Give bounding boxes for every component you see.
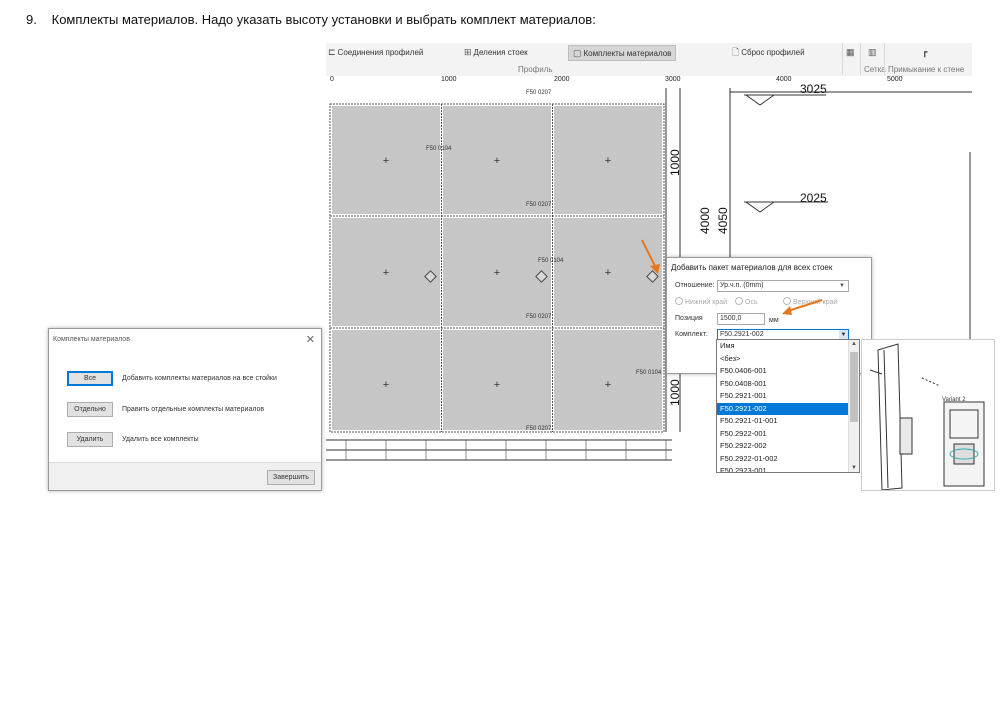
scrollbar[interactable]: ▲ ▼ (848, 340, 859, 472)
grid-button[interactable]: ▥ (868, 45, 879, 59)
profile-label: F50 0207 (526, 426, 552, 432)
list-item[interactable]: F50.2922-002 (717, 440, 859, 453)
list-item-selected[interactable]: F50.2921-002 (717, 402, 859, 415)
dimension-horizontal: 3025 (800, 82, 827, 96)
material-kit-icon: ▢ (573, 48, 582, 58)
profile-label: F50 0207 (526, 202, 552, 208)
panel-center-mark: + (493, 267, 501, 279)
all-description: Добавить комплекты материалов на все сто… (122, 375, 277, 382)
dialog-title: Комплекты материалов (53, 336, 130, 343)
ruler-mark: 1000 (441, 76, 457, 83)
annotation-arrow-icon (641, 239, 660, 274)
panel-center-mark: + (493, 155, 501, 167)
scroll-down-icon[interactable]: ▼ (850, 465, 858, 471)
reset-profiles-button[interactable]: 🗋 Сброс профилей (732, 45, 805, 59)
panel-center-mark: + (382, 379, 390, 391)
relation-select[interactable]: Ур.ч.п. (0mm) ▼ (717, 280, 849, 292)
dimension-vertical: 4000 (698, 207, 712, 234)
ruler-mark: 5000 (887, 76, 903, 83)
ribbon-separator (842, 43, 843, 75)
dialog-title: Добавить пакет материалов для всех стоек (671, 263, 833, 272)
profile-section-image: Variant 2 (861, 339, 995, 491)
position-label: Позиция (675, 315, 703, 322)
ribbon-separator (884, 43, 885, 75)
ruler-mark: 2000 (554, 76, 570, 83)
delete-button[interactable]: Удалить (67, 432, 113, 447)
list-item[interactable]: F50.0406-001 (717, 365, 859, 378)
profile-joint-icon: ⊏ (328, 47, 336, 57)
scrollbar-thumb[interactable] (850, 352, 858, 422)
panel-center-mark: + (382, 155, 390, 167)
ruler-mark: 0 (330, 76, 334, 83)
panel-center-mark: + (604, 379, 612, 391)
chevron-down-icon: ▼ (839, 283, 845, 289)
all-button[interactable]: Все (67, 371, 113, 386)
variant-caption: Variant 2 (942, 397, 966, 403)
panel-center-mark: + (604, 267, 612, 279)
wall-joint-icon: ┏ (922, 47, 928, 57)
kit-dropdown-list[interactable]: Имя <без> F50.0406-001 F50.0408-001 F50.… (716, 339, 860, 473)
dimension-horizontal: 2025 (800, 191, 827, 205)
panel-center-mark: + (493, 379, 501, 391)
radio-bottom-edge[interactable]: Нижний край (675, 297, 727, 306)
grid-icon-button[interactable]: ▦ (846, 45, 857, 59)
profile-label: F50 0104 (636, 370, 662, 376)
scroll-up-icon[interactable]: ▲ (850, 341, 858, 347)
dimension-vertical: 1000 (668, 149, 682, 176)
separately-description: Править отдельные комплекты материалов (122, 406, 265, 413)
profile-drawing (869, 343, 985, 491)
list-item[interactable]: <без> (717, 353, 859, 366)
dimension-vertical: 4050 (716, 207, 730, 234)
instruction-step: 9. Комплекты материалов. Надо указать вы… (26, 12, 596, 27)
finish-button[interactable]: Завершить (267, 470, 315, 485)
list-item[interactable]: F50.2922-001 (717, 428, 859, 441)
profile-joints-button[interactable]: ⊏ Соединения профилей (328, 45, 423, 59)
position-unit: мм (769, 317, 779, 324)
post-division-button[interactable]: ⊞ Деления стоек (464, 45, 528, 59)
profile-label: F50 0207 (526, 90, 552, 96)
group-label-profile: Профиль (518, 65, 553, 74)
ruler-mark: 3000 (665, 76, 681, 83)
material-kits-dialog: Комплекты материалов ✕ Все Добавить комп… (48, 328, 322, 491)
annotation-arrow-icon (782, 299, 823, 315)
position-input[interactable]: 1500,0 (717, 313, 765, 325)
radio-axis[interactable]: Ось (735, 297, 758, 306)
profile-label: F50 0104 (538, 258, 564, 264)
dialog-footer: Завершить (49, 462, 321, 490)
group-label-wall: Примыкание к стене (888, 65, 965, 74)
reset-profiles-icon: 🗋 (732, 47, 740, 57)
separately-button[interactable]: Отдельно (67, 402, 113, 417)
group-label-grid: Сетка (864, 65, 886, 74)
wall-button[interactable]: ┏ (922, 45, 929, 59)
list-item[interactable]: F50.2923-001 (717, 465, 859, 472)
list-item[interactable]: F50.0408-001 (717, 378, 859, 391)
ruler-mark: 4000 (776, 76, 792, 83)
close-icon[interactable]: ✕ (306, 333, 315, 346)
list-item[interactable]: F50.2921-01-001 (717, 415, 859, 428)
profile-label: F50 0104 (426, 146, 452, 152)
step-text: Комплекты материалов. Надо указать высот… (51, 12, 596, 27)
ribbon-separator (860, 43, 861, 75)
panel-center-mark: + (382, 267, 390, 279)
relation-label: Отношение: (675, 282, 715, 289)
step-number: 9. (26, 12, 37, 27)
list-header: Имя (720, 341, 735, 350)
grid-layout-icon: ▥ (868, 47, 877, 57)
list-item[interactable]: F50.2921-001 (717, 390, 859, 403)
material-kits-button[interactable]: ▢ Комплекты материалов (568, 45, 677, 61)
panel-center-mark: + (604, 155, 612, 167)
dimension-vertical: 1000 (668, 379, 682, 406)
grid-icon: ▦ (846, 47, 855, 57)
delete-description: Удалить все комплекты (122, 436, 199, 443)
ribbon-toolbar: ⊏ Соединения профилей ⊞ Деления стоек ▢ Ком… (326, 43, 972, 77)
post-division-icon: ⊞ (464, 47, 472, 57)
kit-label: Комплект: (675, 331, 708, 338)
list-item[interactable]: F50.2922-01-002 (717, 453, 859, 466)
profile-label: F50 0207 (526, 314, 552, 320)
